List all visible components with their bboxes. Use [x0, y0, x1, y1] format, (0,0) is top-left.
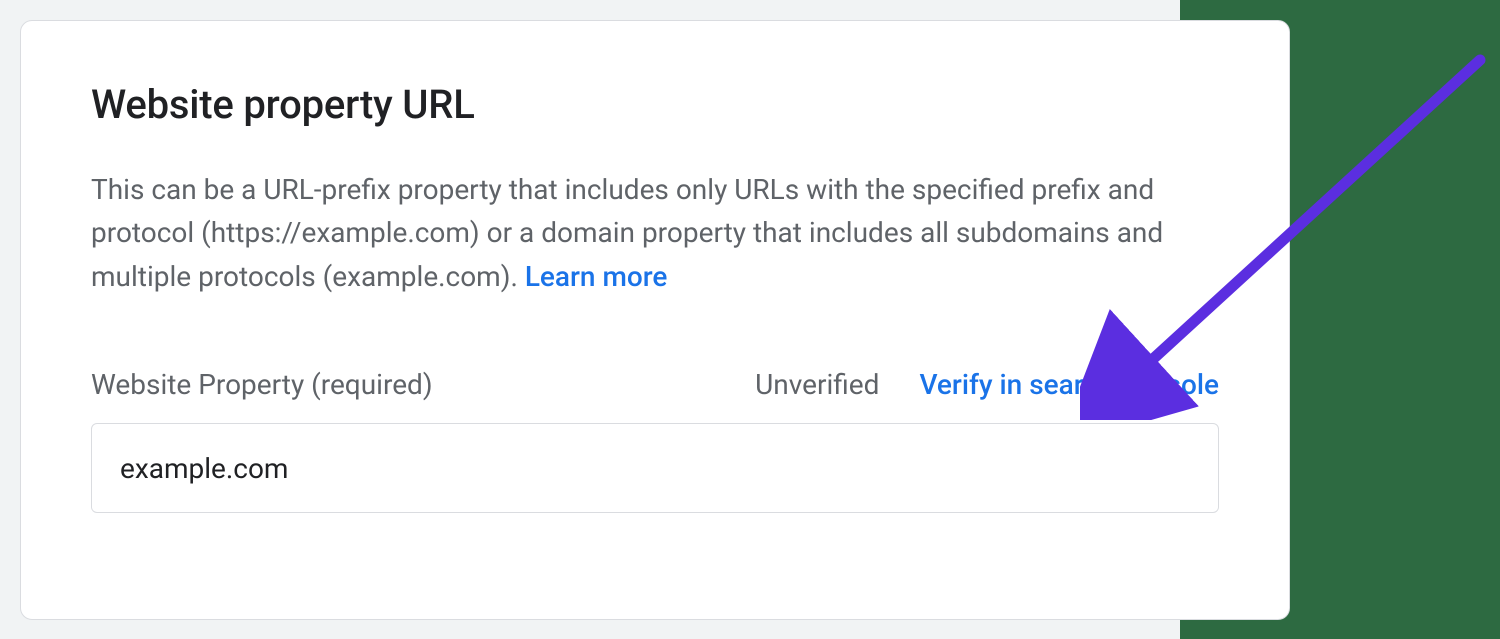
verification-status: Unverified — [755, 368, 879, 401]
website-property-input[interactable] — [91, 423, 1219, 513]
learn-more-link[interactable]: Learn more — [525, 260, 668, 293]
card-description: This can be a URL-prefix property that i… — [91, 168, 1191, 298]
verify-in-search-console-link[interactable]: Verify in search console — [919, 368, 1219, 401]
website-property-card: Website property URL This can be a URL-p… — [20, 20, 1290, 620]
website-property-field: Website Property (required) Unverified V… — [91, 368, 1219, 513]
field-label: Website Property (required) — [91, 368, 433, 401]
field-label-row: Website Property (required) Unverified V… — [91, 368, 1219, 401]
card-title: Website property URL — [91, 81, 1219, 128]
